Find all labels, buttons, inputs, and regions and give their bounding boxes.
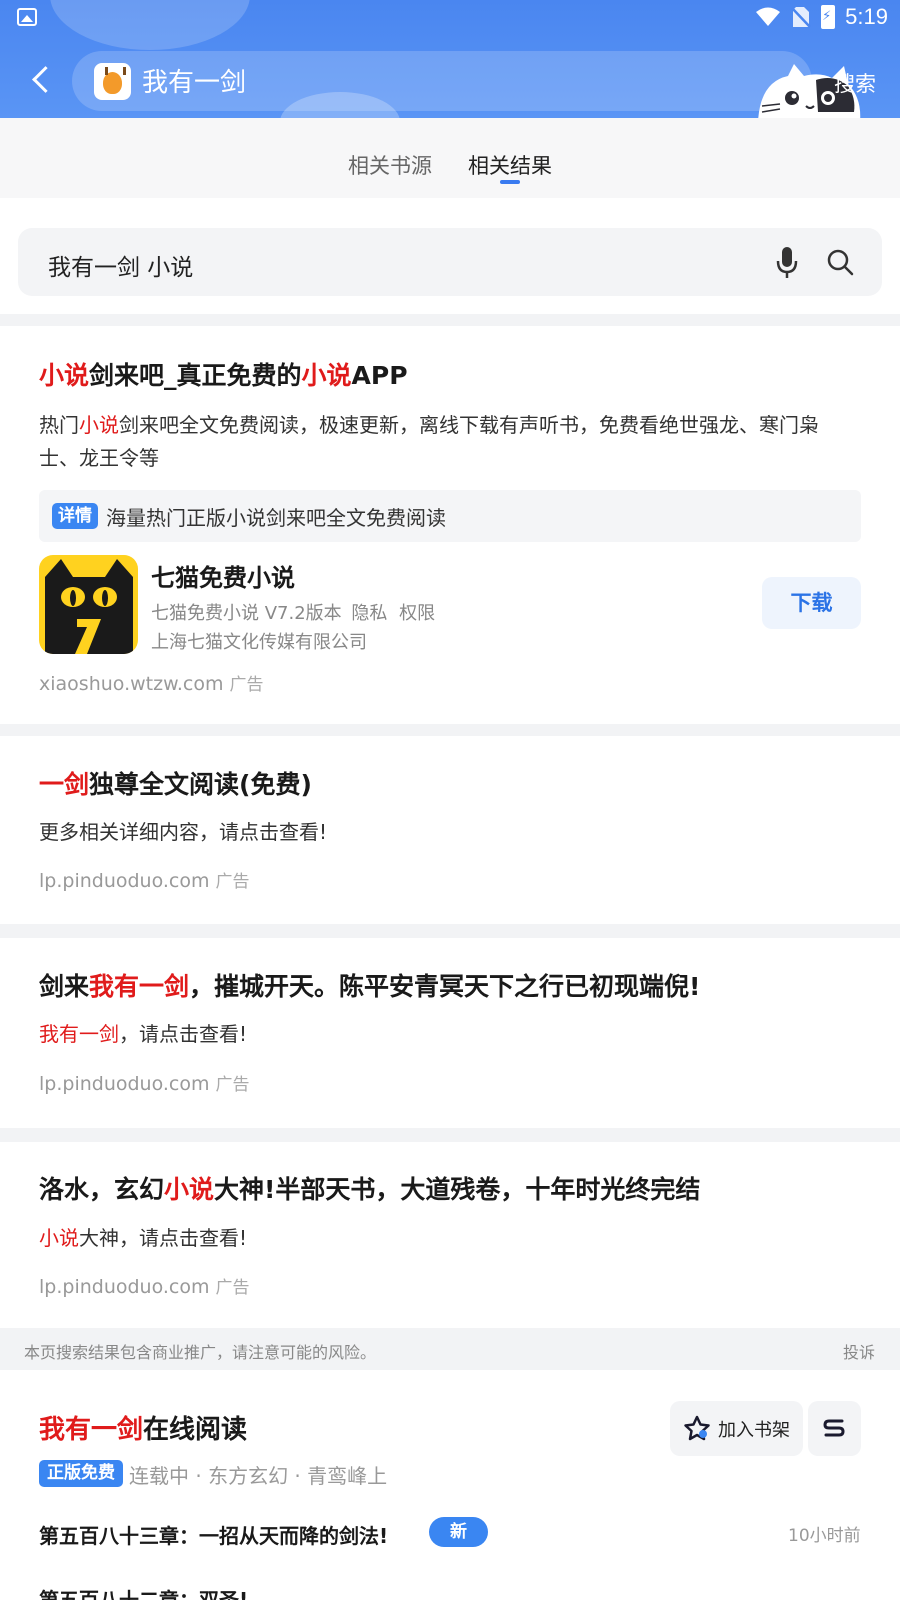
permissions-link[interactable]: 权限 xyxy=(399,603,435,624)
source-url: lp.pinduoduo.com xyxy=(39,1276,210,1298)
tab-bar: 相关书源 相关结果 xyxy=(0,118,900,198)
desc-text: 士、龙王令等 xyxy=(39,446,159,470)
result-title[interactable]: 剑来我有一剑，摧城开天。陈平安青冥天下之行已初现端倪! xyxy=(39,967,700,1003)
download-button[interactable]: 下载 xyxy=(762,577,861,629)
microphone-icon[interactable] xyxy=(776,246,798,280)
result-source[interactable]: xiaoshuo.wtzw.com 广告 xyxy=(39,670,263,695)
new-badge: 新 xyxy=(429,1517,488,1547)
result-source[interactable]: lp.pinduoduo.com 广告 xyxy=(39,867,250,892)
tab-related-sources[interactable]: 相关书源 xyxy=(348,150,432,180)
header-search-button[interactable]: 搜索 xyxy=(834,68,876,98)
book-meta: 连载中 · 东方玄幻 · 青鸾峰上 xyxy=(129,1464,388,1488)
free-tag: 正版免费 xyxy=(39,1460,123,1487)
gallery-notification-icon xyxy=(17,8,37,26)
qimao-cat-icon xyxy=(45,559,133,654)
title-text: 独尊全文阅读(免费) xyxy=(89,770,312,799)
tab-related-results[interactable]: 相关结果 xyxy=(468,150,552,180)
ad-disclaimer-text: 本页搜索结果包含商业推广，请注意可能的风险。 xyxy=(24,1343,377,1362)
battery-charging-icon xyxy=(821,5,836,29)
title-text: APP xyxy=(351,361,408,390)
active-tab-indicator xyxy=(500,180,520,184)
chapter-item[interactable]: 第五百八十二章：双圣! xyxy=(39,1584,248,1600)
desc-text: 剑来吧全文免费阅读，极速更新，离线下载有声听书，免费看绝世强龙、寒门枭 xyxy=(119,413,819,437)
search-input-text[interactable]: 我有一剑 小说 xyxy=(48,248,193,282)
ad-label: 广告 xyxy=(215,1278,250,1298)
app-header: 5:19 我有一剑 搜索 xyxy=(0,0,900,118)
detail-text[interactable]: 海量热门正版小说剑来吧全文免费阅读 xyxy=(106,502,446,531)
title-highlight: 一剑 xyxy=(39,770,90,799)
source-url: lp.pinduoduo.com xyxy=(39,870,210,892)
desc-text: 热门 xyxy=(39,413,79,437)
app-name[interactable]: 七猫免费小说 xyxy=(151,558,295,593)
desc-highlight: 小说 xyxy=(79,413,119,437)
title-highlight: 我有一剑 xyxy=(89,972,190,1001)
report-link[interactable]: 投诉 xyxy=(843,1339,875,1363)
source-switch-icon xyxy=(823,1419,845,1437)
ad-disclaimer-bar: 本页搜索结果包含商业推广，请注意可能的风险。 投诉 xyxy=(0,1328,900,1370)
app-logo-icon xyxy=(94,63,131,100)
result-title[interactable]: 洛水，玄幻小说大神!半部天书，大道残卷，十年时光终完结 xyxy=(39,1170,700,1206)
title-text: 剑来 xyxy=(39,972,90,1001)
title-highlight: 小说 xyxy=(164,1175,215,1204)
no-sim-icon xyxy=(791,7,812,28)
result-source[interactable]: lp.pinduoduo.com 广告 xyxy=(39,1070,250,1095)
title-text: ，摧城开天。陈平安青冥天下之行已初现端倪! xyxy=(189,972,701,1001)
source-url: xiaoshuo.wtzw.com xyxy=(39,673,224,695)
header-query-text[interactable]: 我有一剑 xyxy=(142,62,246,99)
title-text: 大神!半部天书，大道残卷，十年时光终完结 xyxy=(214,1175,701,1204)
result-title[interactable]: 小说剑来吧_真正免费的小说APP xyxy=(39,356,408,392)
result-source[interactable]: lp.pinduoduo.com 广告 xyxy=(39,1273,250,1298)
ad-label: 广告 xyxy=(215,1075,250,1095)
add-to-shelf-label: 加入书架 xyxy=(718,1420,790,1441)
book-title[interactable]: 我有一剑在线阅读 xyxy=(39,1409,247,1446)
title-highlight: 小说 xyxy=(39,361,90,390)
title-highlight: 我有一剑 xyxy=(39,1415,144,1445)
title-highlight: 小说 xyxy=(301,361,352,390)
chapter-time: 10小时前 xyxy=(788,1526,861,1546)
title-text: 在线阅读 xyxy=(143,1415,248,1445)
chapter-latest[interactable]: 第五百八十三章：一招从天而降的剑法! xyxy=(39,1520,388,1549)
source-url: lp.pinduoduo.com xyxy=(39,1073,210,1095)
result-title[interactable]: 一剑独尊全文阅读(免费) xyxy=(39,765,312,801)
result-description: 小说大神，请点击查看! xyxy=(39,1222,247,1255)
back-button[interactable] xyxy=(24,58,58,102)
status-bar: 5:19 xyxy=(0,0,900,36)
app-company: 上海七猫文化传媒有限公司 xyxy=(151,632,367,653)
qimao-app-icon[interactable] xyxy=(39,555,138,654)
star-icon xyxy=(684,1415,710,1441)
result-description: 更多相关详细内容，请点击查看! xyxy=(39,816,327,849)
detail-tag: 详情 xyxy=(52,503,98,529)
wifi-icon xyxy=(756,7,781,26)
title-text: 剑来吧_真正免费的 xyxy=(89,361,302,390)
status-time: 5:19 xyxy=(845,4,888,29)
desc-text: 大神，请点击查看! xyxy=(79,1226,248,1250)
result-description: 热门小说剑来吧全文免费阅读，极速更新，离线下载有声听书，免费看绝世强龙、寒门枭 … xyxy=(39,409,819,475)
desc-text: 更多相关详细内容，请点击查看! xyxy=(39,820,328,844)
desc-highlight: 小说 xyxy=(39,1226,79,1250)
title-text: 洛水，玄幻 xyxy=(39,1175,165,1204)
desc-highlight: 我有一剑 xyxy=(39,1022,119,1046)
search-icon[interactable] xyxy=(826,248,854,276)
app-version: 七猫免费小说 V7.2版本 xyxy=(151,603,342,624)
privacy-link[interactable]: 隐私 xyxy=(351,603,387,624)
ad-label: 广告 xyxy=(229,675,264,695)
ad-label: 广告 xyxy=(215,872,250,892)
desc-text: ，请点击查看! xyxy=(119,1022,248,1046)
app-version-line: 七猫免费小说 V7.2版本 隐私 权限 xyxy=(151,599,435,625)
result-description: 我有一剑，请点击查看! xyxy=(39,1018,247,1051)
